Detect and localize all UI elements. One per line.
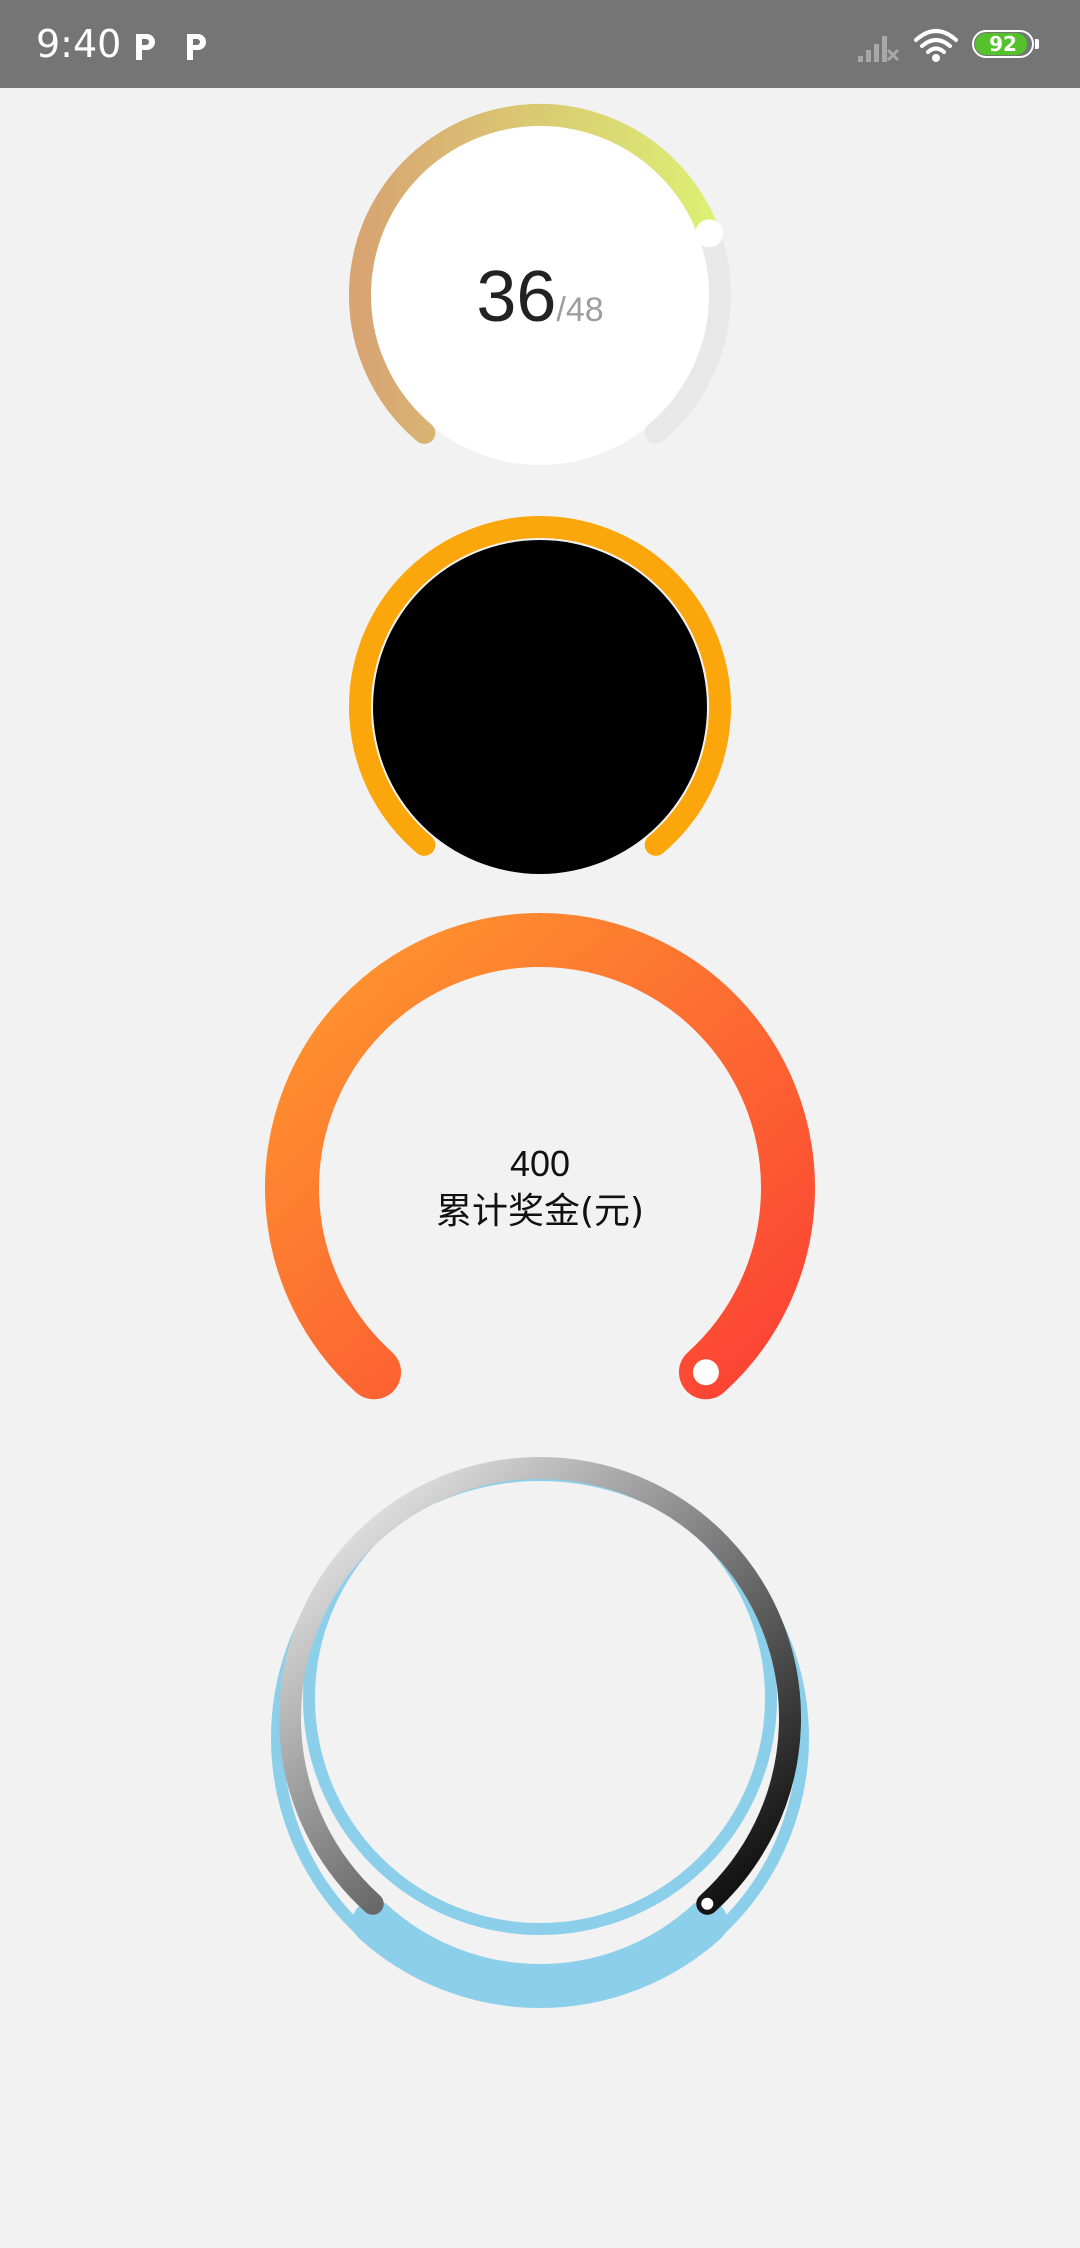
- progress-gauge-2: [349, 516, 731, 898]
- battery-level: 92: [989, 32, 1017, 56]
- parking-p-icon: [187, 34, 206, 60]
- gauge-3-label: 累计奖金(元): [435, 1191, 645, 1232]
- progress-gauge-3: 400 累计奖金(元): [262, 910, 818, 1466]
- battery-icon: 92: [972, 30, 1042, 62]
- battery-tip: [1035, 39, 1039, 49]
- parking-p-icon: [136, 34, 155, 60]
- status-time: 9:40: [36, 22, 122, 66]
- gauge-1-value: 36: [476, 257, 557, 337]
- gauge-1-total: 48: [565, 291, 604, 329]
- status-bar: 9:40 92: [0, 0, 1080, 88]
- gauge-4-knob[interactable]: [701, 1897, 714, 1910]
- gauge-2-graphic: [349, 516, 731, 874]
- wifi-icon: [914, 29, 958, 62]
- signal-icon: [858, 36, 900, 62]
- gauge-3-readout: 400 累计奖金(元): [262, 910, 818, 1466]
- gauge-3-value: 400: [509, 1143, 571, 1184]
- progress-gauge-4: [262, 1457, 818, 2016]
- gauge-2-face: [373, 540, 707, 874]
- gauge-1-separator: /: [556, 291, 566, 329]
- gauge-4-progress-arc: [279, 1457, 801, 1915]
- gauge-4-graphic: [271, 1457, 809, 2008]
- gauge-1-readout: 36 / 48: [349, 104, 731, 486]
- progress-gauge-1: 36 / 48: [349, 103, 731, 486]
